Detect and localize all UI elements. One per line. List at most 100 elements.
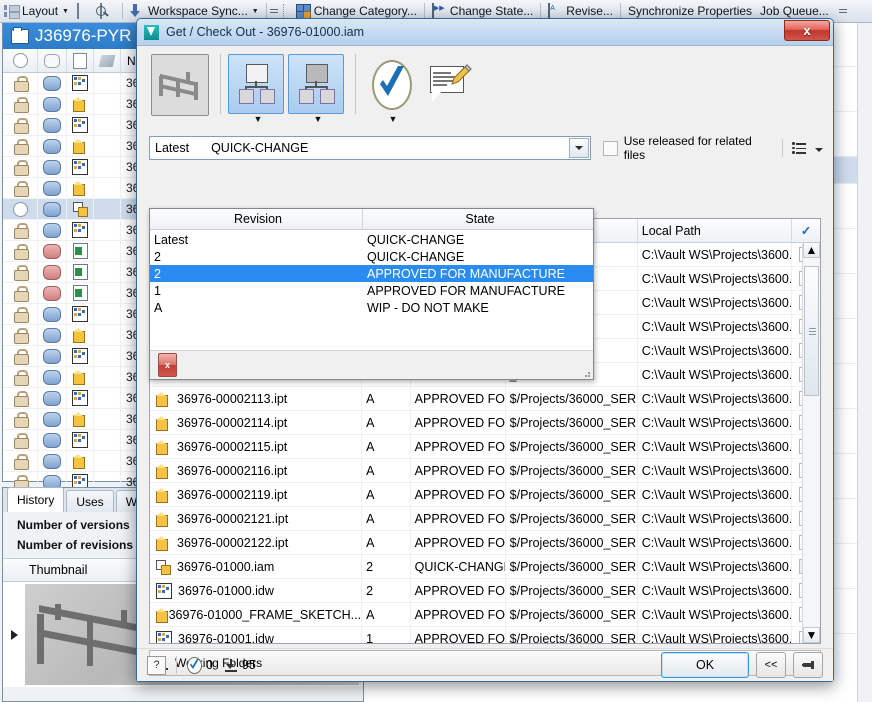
lock-icon	[13, 454, 29, 470]
state-cell: QUICK-CHANGE	[367, 232, 465, 247]
table-row[interactable]: 36976-00002115.ipt A APPROVED FO... $/Proje…	[150, 435, 820, 459]
revision-row[interactable]: 1 APPROVED FOR MANUFACTURE	[150, 282, 593, 299]
col-header-local-path[interactable]: Local Path	[638, 219, 793, 242]
collapse-button[interactable]: <<	[756, 652, 786, 678]
col-header-status[interactable]	[3, 49, 38, 72]
file-list-scrollbar[interactable]: ▲ ▼	[802, 242, 820, 643]
revision-row[interactable]: 2 APPROVED FOR MANUFACTURE	[150, 265, 593, 282]
help-button[interactable]: ?	[147, 655, 166, 675]
scroll-up-button[interactable]: ▲	[803, 242, 820, 258]
table-row[interactable]: 36976-00002116.ipt A APPROVED FO... $/Proje…	[150, 459, 820, 483]
tab-uses[interactable]: Uses	[66, 490, 114, 512]
table-row[interactable]: 36976-00002122.ipt A APPROVED FO... $/Proje…	[150, 531, 820, 555]
col-header-filetype[interactable]	[67, 49, 94, 72]
toolbar-group-children: ▼	[228, 54, 288, 124]
lock-icon	[13, 97, 29, 113]
table-row[interactable]: 36976-00002121.ipt A APPROVED FO... $/Proje…	[150, 507, 820, 531]
state-cell: APPROVED FO...	[411, 483, 506, 506]
local-path-cell: C:\Vault WS\Projects\3600...	[638, 243, 793, 266]
ribbon-separator	[540, 3, 542, 19]
use-released-checkbox-group[interactable]: Use released for related files	[603, 134, 773, 162]
chevron-down-icon[interactable]: ▼	[252, 8, 259, 15]
lock-icon	[13, 118, 29, 134]
include-parents-button[interactable]	[288, 54, 344, 114]
toolbar-separator-2	[355, 54, 356, 114]
col-header-tag[interactable]	[94, 49, 121, 72]
col-header-popup-revision[interactable]: Revision	[150, 209, 363, 229]
table-row[interactable]: 36976-00002119.ipt A APPROVED FO... $/Proje…	[150, 483, 820, 507]
pin-button[interactable]	[793, 652, 823, 678]
row-status-cell	[3, 94, 38, 114]
table-row[interactable]: 36976-01000.iam 2 QUICK-CHANGE $/Projects/3…	[150, 555, 820, 579]
revision-cell: 1	[362, 627, 411, 643]
table-row[interactable]: 36976-00002113.ipt A APPROVED FO... $/Proje…	[150, 387, 820, 411]
revision-cell: 2	[362, 579, 411, 602]
include-children-button[interactable]	[228, 54, 284, 114]
toolbar-group-checkout: ▼	[363, 54, 423, 124]
row-tag-cell	[94, 430, 121, 450]
check-out-button[interactable]	[363, 54, 419, 114]
row-filetype-cell	[67, 73, 94, 93]
state-cell: APPROVED FOR MANUFACTURE	[367, 266, 565, 281]
use-released-checkbox[interactable]	[603, 140, 618, 156]
row-tag-cell	[94, 241, 121, 261]
preview-thumbnail-button[interactable]	[151, 54, 209, 116]
checkout-dropdown-caret-icon[interactable]: ▼	[389, 115, 398, 124]
list-view-icon[interactable]	[792, 142, 807, 154]
row-tag-cell	[94, 73, 121, 93]
ribbon-overflow-end-icon[interactable]	[839, 3, 848, 19]
close-button[interactable]: x	[784, 20, 830, 41]
checkout-count-icon	[187, 657, 202, 674]
version-combo-dropdown-button[interactable]	[569, 138, 589, 158]
popup-close-button[interactable]: x	[158, 353, 177, 377]
background-vertical-scrollbar[interactable]	[857, 22, 872, 702]
ribbon-grip[interactable]	[282, 4, 288, 18]
pin-icon	[801, 659, 815, 672]
ok-button[interactable]: OK	[661, 652, 749, 678]
col-header-lifecycle[interactable]	[38, 49, 67, 72]
local-path-cell: C:\Vault WS\Projects\3600...	[638, 579, 793, 602]
scroll-thumb[interactable]	[804, 266, 819, 396]
version-combobox[interactable]: Latest QUICK-CHANGE	[149, 136, 591, 160]
table-row[interactable]: 36976-01000_FRAME_SKETCH... A APPROVED FO.…	[150, 603, 820, 627]
row-tag-cell	[94, 346, 121, 366]
table-row[interactable]: 36976-00002114.ipt A APPROVED FO... $/Proje…	[150, 411, 820, 435]
local-path-cell: C:\Vault WS\Projects\3600...	[638, 411, 793, 434]
chevron-down-icon[interactable]: ▼	[62, 8, 69, 15]
revision-row[interactable]: A WIP - DO NOT MAKE	[150, 299, 593, 316]
local-path-cell: C:\Vault WS\Projects\3600...	[638, 507, 793, 530]
view-options-caret-icon[interactable]	[815, 141, 823, 155]
part-file-icon	[156, 487, 171, 503]
version-selector-row: Latest QUICK-CHANGE Use released for rel…	[137, 134, 833, 162]
file-name-cell: 36976-01000.idw	[150, 579, 363, 602]
col-header-popup-state[interactable]: State	[363, 209, 593, 229]
col-header-checkmark[interactable]: ✓	[792, 219, 820, 242]
table-row[interactable]: 36976-01000.idw 2 APPROVED FO... $/Projects…	[150, 579, 820, 603]
row-tag-cell	[94, 409, 121, 429]
ribbon-item-icon-1[interactable]	[73, 0, 96, 22]
folder-icon	[11, 26, 29, 44]
state-cell: APPROVED FO...	[411, 531, 506, 554]
drawing-file-icon	[72, 159, 88, 175]
table-row[interactable]: 36976-01001.idw 1 APPROVED FO... $/Projects…	[150, 627, 820, 643]
revision-row[interactable]: Latest QUICK-CHANGE	[150, 231, 593, 248]
thumbnail-expander[interactable]	[3, 582, 25, 687]
row-tag-cell	[94, 367, 121, 387]
ribbon-item-icon-2[interactable]	[96, 0, 119, 22]
dialog-titlebar[interactable]: Get / Check Out - 36976-01000.iam x	[137, 19, 833, 45]
resize-grip-icon[interactable]	[581, 368, 591, 378]
row-status-cell	[3, 73, 38, 93]
revision-row[interactable]: 2 QUICK-CHANGE	[150, 248, 593, 265]
ribbon-item-layout[interactable]: Layout ▼	[0, 0, 73, 22]
ribbon-overflow-icon[interactable]	[270, 3, 279, 19]
scroll-down-button[interactable]: ▼	[803, 627, 820, 643]
comment-button[interactable]	[423, 54, 479, 114]
lifecycle-pill-icon	[43, 285, 61, 301]
lifecycle-pill-icon	[43, 432, 61, 448]
revision-dropdown-popup: Revision State Latest QUICK-CHANGE 2 QUICK-…	[149, 208, 594, 380]
row-lifecycle-cell	[38, 304, 67, 324]
vault-path-cell: $/Projects/36000_SERI...	[506, 579, 638, 602]
parents-dropdown-caret-icon[interactable]: ▼	[314, 115, 323, 124]
tab-history[interactable]: History	[7, 487, 65, 512]
children-dropdown-caret-icon[interactable]: ▼	[254, 115, 263, 124]
